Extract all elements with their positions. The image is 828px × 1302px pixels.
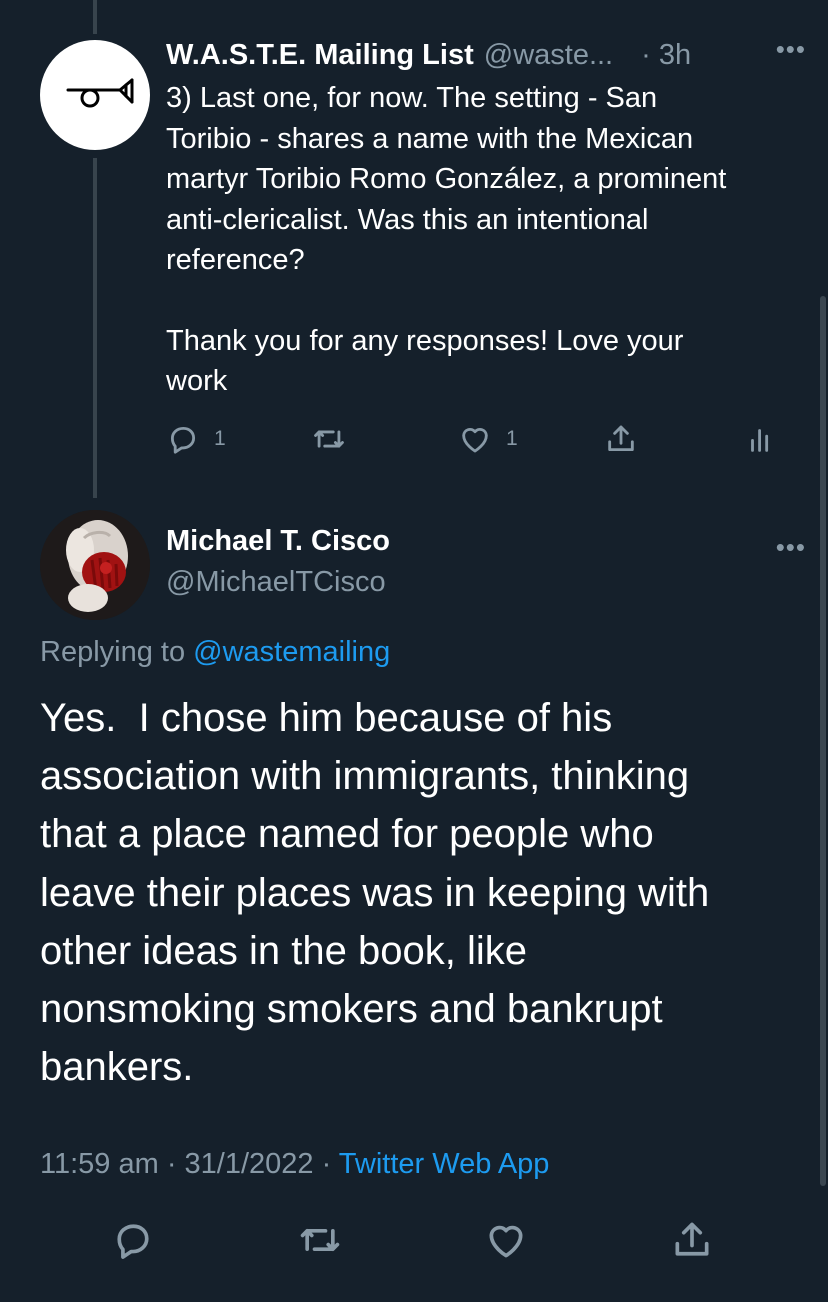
display-name[interactable]: Michael T. Cisco [166,525,390,558]
tweet-timestamp[interactable]: 11:59 am · 31/1/2022 · [40,1148,339,1180]
share-button[interactable] [670,1218,714,1267]
tweet-line: work [166,365,228,397]
heart-icon [489,1225,523,1258]
avatar-waste[interactable] [40,40,150,150]
tweet-text: Yes. I chose him because of his associat… [40,696,710,1090]
reply-button[interactable]: 1 [166,422,226,456]
like-button[interactable]: 1 [458,422,518,456]
tweet-text: 3) Last one, for now. The setting - San … [166,78,806,402]
thread-line-connector [93,158,97,498]
more-options-button[interactable]: ••• [776,532,806,563]
retweet-icon [300,1229,340,1251]
tweet-line: Toribio - shares a name with the Mexican [166,122,694,155]
reply-button[interactable] [111,1218,155,1267]
tweet-line: Thank you for any responses! Love your [166,324,684,357]
user-handle[interactable]: @MichaelTCisco [166,566,386,599]
like-button[interactable] [484,1218,528,1267]
like-count: 1 [506,427,518,450]
analytics-icon [751,429,769,452]
reply-count: 1 [214,427,226,450]
more-options-button[interactable]: ••• [776,34,806,65]
display-name[interactable]: W.A.S.T.E. Mailing List [166,39,474,72]
user-handle[interactable]: @waste... [484,39,613,72]
tweet-action-bar: 1 1 [166,420,786,460]
tweet-header: W.A.S.T.E. Mailing List @waste... · 3h [166,34,806,76]
tweet-line: martyr Toribio Romo González, a prominen… [166,163,727,195]
analytics-button[interactable] [744,422,778,456]
retweet-button[interactable] [298,1218,342,1267]
avatar-michael[interactable] [40,510,150,620]
retweet-button[interactable] [312,422,346,456]
horn-logo-icon [66,78,134,108]
share-icon [608,425,634,452]
tweet-line: 3) Last one, for now. The setting - San [166,82,658,114]
heart-icon [462,427,488,453]
mention-link[interactable]: @wastemailing [193,636,390,668]
tweet-metadata: 11:59 am · 31/1/2022 · Twitter Web App [40,1148,549,1181]
share-icon [675,1222,709,1256]
tweet-source-link[interactable]: Twitter Web App [339,1148,550,1180]
tweet-line: anti-clericalist. Was this an intentiona… [166,203,649,236]
reply-icon [117,1224,149,1259]
tweet-line: reference? [166,244,305,276]
avatar-image [40,510,150,620]
tweet-waste: W.A.S.T.E. Mailing List @waste... · 3h 3… [166,34,806,402]
replying-label: Replying to [40,636,194,668]
thread-line-top [93,0,97,34]
share-button[interactable] [604,422,638,456]
reply-icon [170,426,196,454]
tweet-time[interactable]: · 3h [641,39,691,72]
replying-to: Replying to @wastemailing [40,636,390,669]
tweet-action-bar [0,1218,828,1264]
scrollbar[interactable] [820,296,826,1186]
retweet-icon [314,430,344,448]
